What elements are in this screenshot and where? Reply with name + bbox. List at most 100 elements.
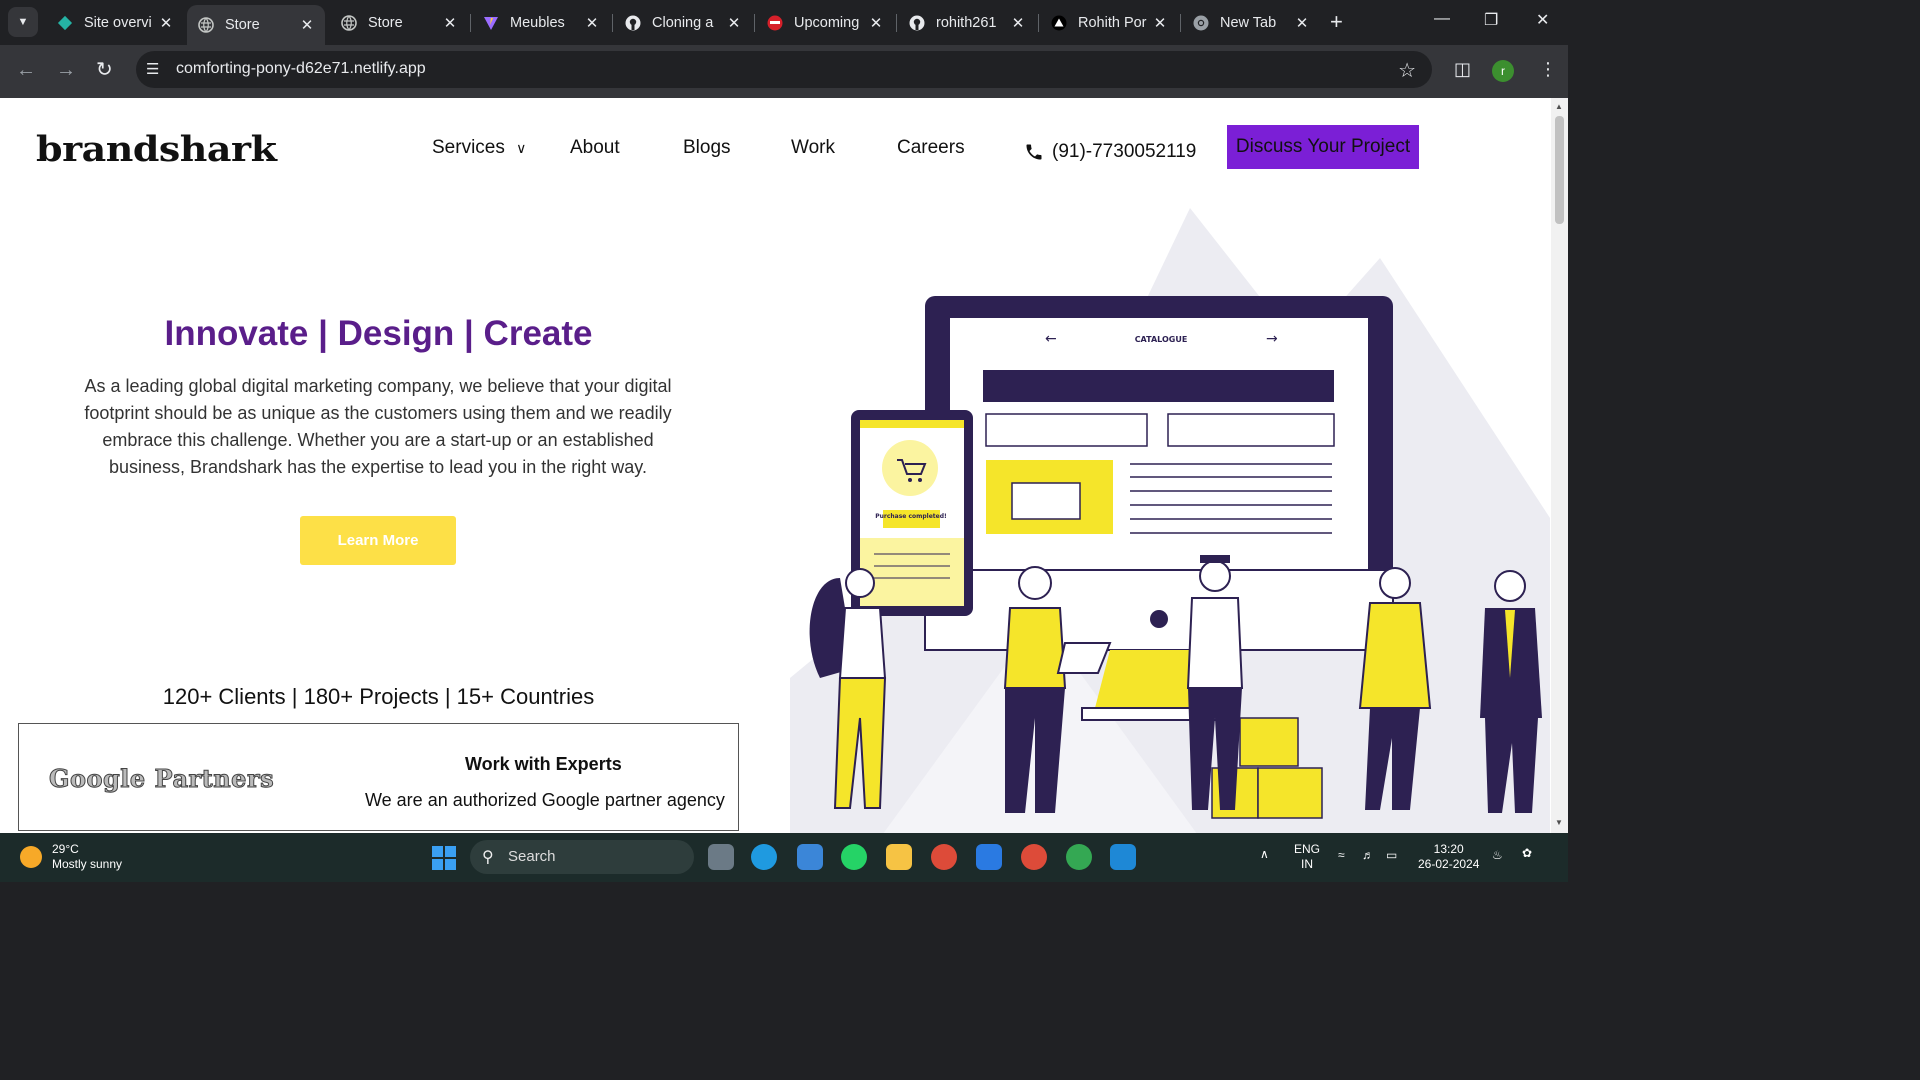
tab-search-button[interactable]: ▼ [8, 7, 38, 37]
nav-careers[interactable]: Careers [897, 137, 965, 159]
tab-title: Store [225, 17, 260, 33]
tab-meubles[interactable]: Meubles ✕ [472, 5, 610, 40]
windows-start-icon[interactable] [432, 846, 456, 870]
nav-services-label: Services [432, 137, 505, 158]
tray-chevron-icon[interactable]: ∧ [1260, 847, 1269, 862]
bookmark-star-icon[interactable]: ☆ [1398, 58, 1416, 83]
clock-date: 26-02-2024 [1418, 857, 1480, 871]
kebab-menu-icon[interactable]: ⋮ [1539, 59, 1557, 80]
brand-logo[interactable]: brandshark [36, 128, 277, 169]
chrome-profile-icon[interactable] [1021, 844, 1047, 870]
close-icon[interactable]: ✕ [156, 14, 176, 32]
tab-separator [1180, 14, 1181, 32]
scroll-up-icon[interactable]: ▲ [1555, 102, 1563, 111]
close-icon[interactable]: ✕ [582, 14, 602, 32]
learn-more-button[interactable]: Learn More [300, 516, 456, 565]
close-icon[interactable]: ✕ [1150, 14, 1170, 32]
volume-icon[interactable]: ♬ [1362, 848, 1374, 863]
vercel-triangle-icon [1050, 14, 1068, 32]
close-icon[interactable]: ✕ [1292, 14, 1312, 32]
tab-cloning[interactable]: Cloning a ✕ [614, 5, 752, 40]
google-partners-logo: Google Partners [48, 764, 275, 794]
red-app-icon [766, 14, 784, 32]
tab-rohith-portfolio[interactable]: Rohith Por ✕ [1040, 5, 1178, 40]
address-bar[interactable]: ☰ comforting-pony-d62e71.netlify.app ☆ [136, 51, 1432, 88]
vite-icon [482, 14, 500, 32]
tab-title: Rohith Por [1078, 14, 1147, 31]
nav-blogs[interactable]: Blogs [683, 137, 731, 159]
phone-number: (91)-7730052119 [1052, 141, 1197, 162]
tab-new-tab[interactable]: New Tab ✕ [1182, 5, 1320, 40]
hero-description: As a leading global digital marketing co… [84, 376, 672, 477]
close-icon[interactable]: ✕ [440, 14, 460, 32]
taskbar-search-label: Search [508, 848, 556, 865]
partner-text: We are an authorized Google partner agen… [365, 790, 725, 810]
back-arrow-icon[interactable]: ← [16, 59, 36, 81]
tab-strip: ▼ Site overvi ✕ Store ✕ Store ✕ Meubles … [0, 0, 1568, 45]
tab-separator [1038, 14, 1039, 32]
github-icon [624, 14, 642, 32]
tab-title: Upcoming [794, 14, 860, 31]
language-indicator[interactable]: ENG IN [1294, 842, 1320, 872]
catalogue-label: CATALOGUE [1135, 335, 1188, 344]
task-view-icon[interactable] [708, 844, 734, 870]
close-icon[interactable]: ✕ [866, 14, 886, 32]
phone-link[interactable]: (91)-7730052119 [1024, 141, 1196, 163]
url-text[interactable]: comforting-pony-d62e71.netlify.app [176, 60, 426, 78]
nav-work[interactable]: Work [791, 137, 835, 159]
discuss-project-button[interactable]: Discuss Your Project [1227, 125, 1419, 169]
github-icon [908, 14, 926, 32]
chrome-icon[interactable] [931, 844, 957, 870]
restore-icon[interactable]: ❐ [1484, 10, 1498, 30]
file-explorer-icon[interactable] [886, 844, 912, 870]
tab-title: rohith261 [936, 14, 997, 31]
edge-icon[interactable] [751, 844, 777, 870]
new-tab-plus-icon[interactable]: + [1330, 10, 1343, 34]
clock[interactable]: 13:20 26-02-2024 [1418, 842, 1479, 872]
globe-icon [340, 14, 358, 32]
windows-taskbar: 29°C Mostly sunny ⚲ Search ∧ ENG IN ≈ ♬ … [0, 833, 1568, 882]
forward-arrow-icon[interactable]: → [56, 59, 76, 81]
tab-separator [754, 14, 755, 32]
chevron-down-icon: ▼ [17, 16, 29, 28]
taskbar-search[interactable]: ⚲ Search [470, 840, 694, 874]
scroll-thumb[interactable] [1555, 116, 1564, 224]
stats-line: 120+ Clients | 180+ Projects | 15+ Count… [162, 684, 595, 709]
copilot-icon[interactable]: ✿ [1522, 846, 1532, 861]
tab-title: Meubles [510, 14, 565, 31]
window-close-icon[interactable]: ✕ [1536, 10, 1549, 30]
notepad-icon[interactable] [797, 844, 823, 870]
page-scrollbar[interactable]: ▲ ▼ [1551, 98, 1568, 833]
close-icon[interactable]: ✕ [297, 16, 317, 34]
whatsapp-icon[interactable] [841, 844, 867, 870]
tab-store[interactable]: Store ✕ [330, 5, 468, 40]
webpage: brandshark Services ∨ About Blogs Work C… [0, 98, 1551, 833]
side-panel-icon[interactable]: ◫ [1454, 59, 1471, 80]
close-icon[interactable]: ✕ [1008, 14, 1028, 32]
profile-avatar[interactable]: r [1492, 60, 1514, 82]
tab-store-active[interactable]: Store ✕ [187, 5, 325, 45]
close-icon[interactable]: ✕ [724, 14, 744, 32]
battery-icon[interactable]: ▭ [1386, 848, 1397, 863]
vscode-icon[interactable] [1110, 844, 1136, 870]
notification-bell-icon[interactable]: ♨ [1492, 848, 1503, 863]
tab-upcoming[interactable]: Upcoming ✕ [756, 5, 894, 40]
nav-about[interactable]: About [570, 137, 620, 159]
minimize-icon[interactable]: — [1434, 10, 1450, 28]
tab-title: New Tab [1220, 14, 1277, 31]
chrome-icon [1192, 14, 1210, 32]
chevron-down-icon: ∨ [516, 140, 527, 156]
tab-title: Store [368, 14, 403, 31]
nav-services[interactable]: Services ∨ [432, 137, 526, 159]
browser-toolbar: ← → ↻ ☰ comforting-pony-d62e71.netlify.a… [0, 45, 1568, 98]
site-settings-icon[interactable]: ☰ [146, 60, 159, 78]
reload-icon[interactable]: ↻ [96, 59, 113, 81]
lang-line-1: ENG [1294, 842, 1321, 856]
chrome-active-icon[interactable] [1066, 844, 1092, 870]
todo-icon[interactable] [976, 844, 1002, 870]
wifi-icon[interactable]: ≈ [1338, 848, 1345, 863]
scroll-down-icon[interactable]: ▼ [1555, 818, 1563, 827]
tab-site-overview[interactable]: Site overvi ✕ [46, 5, 184, 40]
partner-card: Google Partners Work with Experts We are… [18, 723, 739, 831]
tab-rohith-github[interactable]: rohith261 ✕ [898, 5, 1036, 40]
